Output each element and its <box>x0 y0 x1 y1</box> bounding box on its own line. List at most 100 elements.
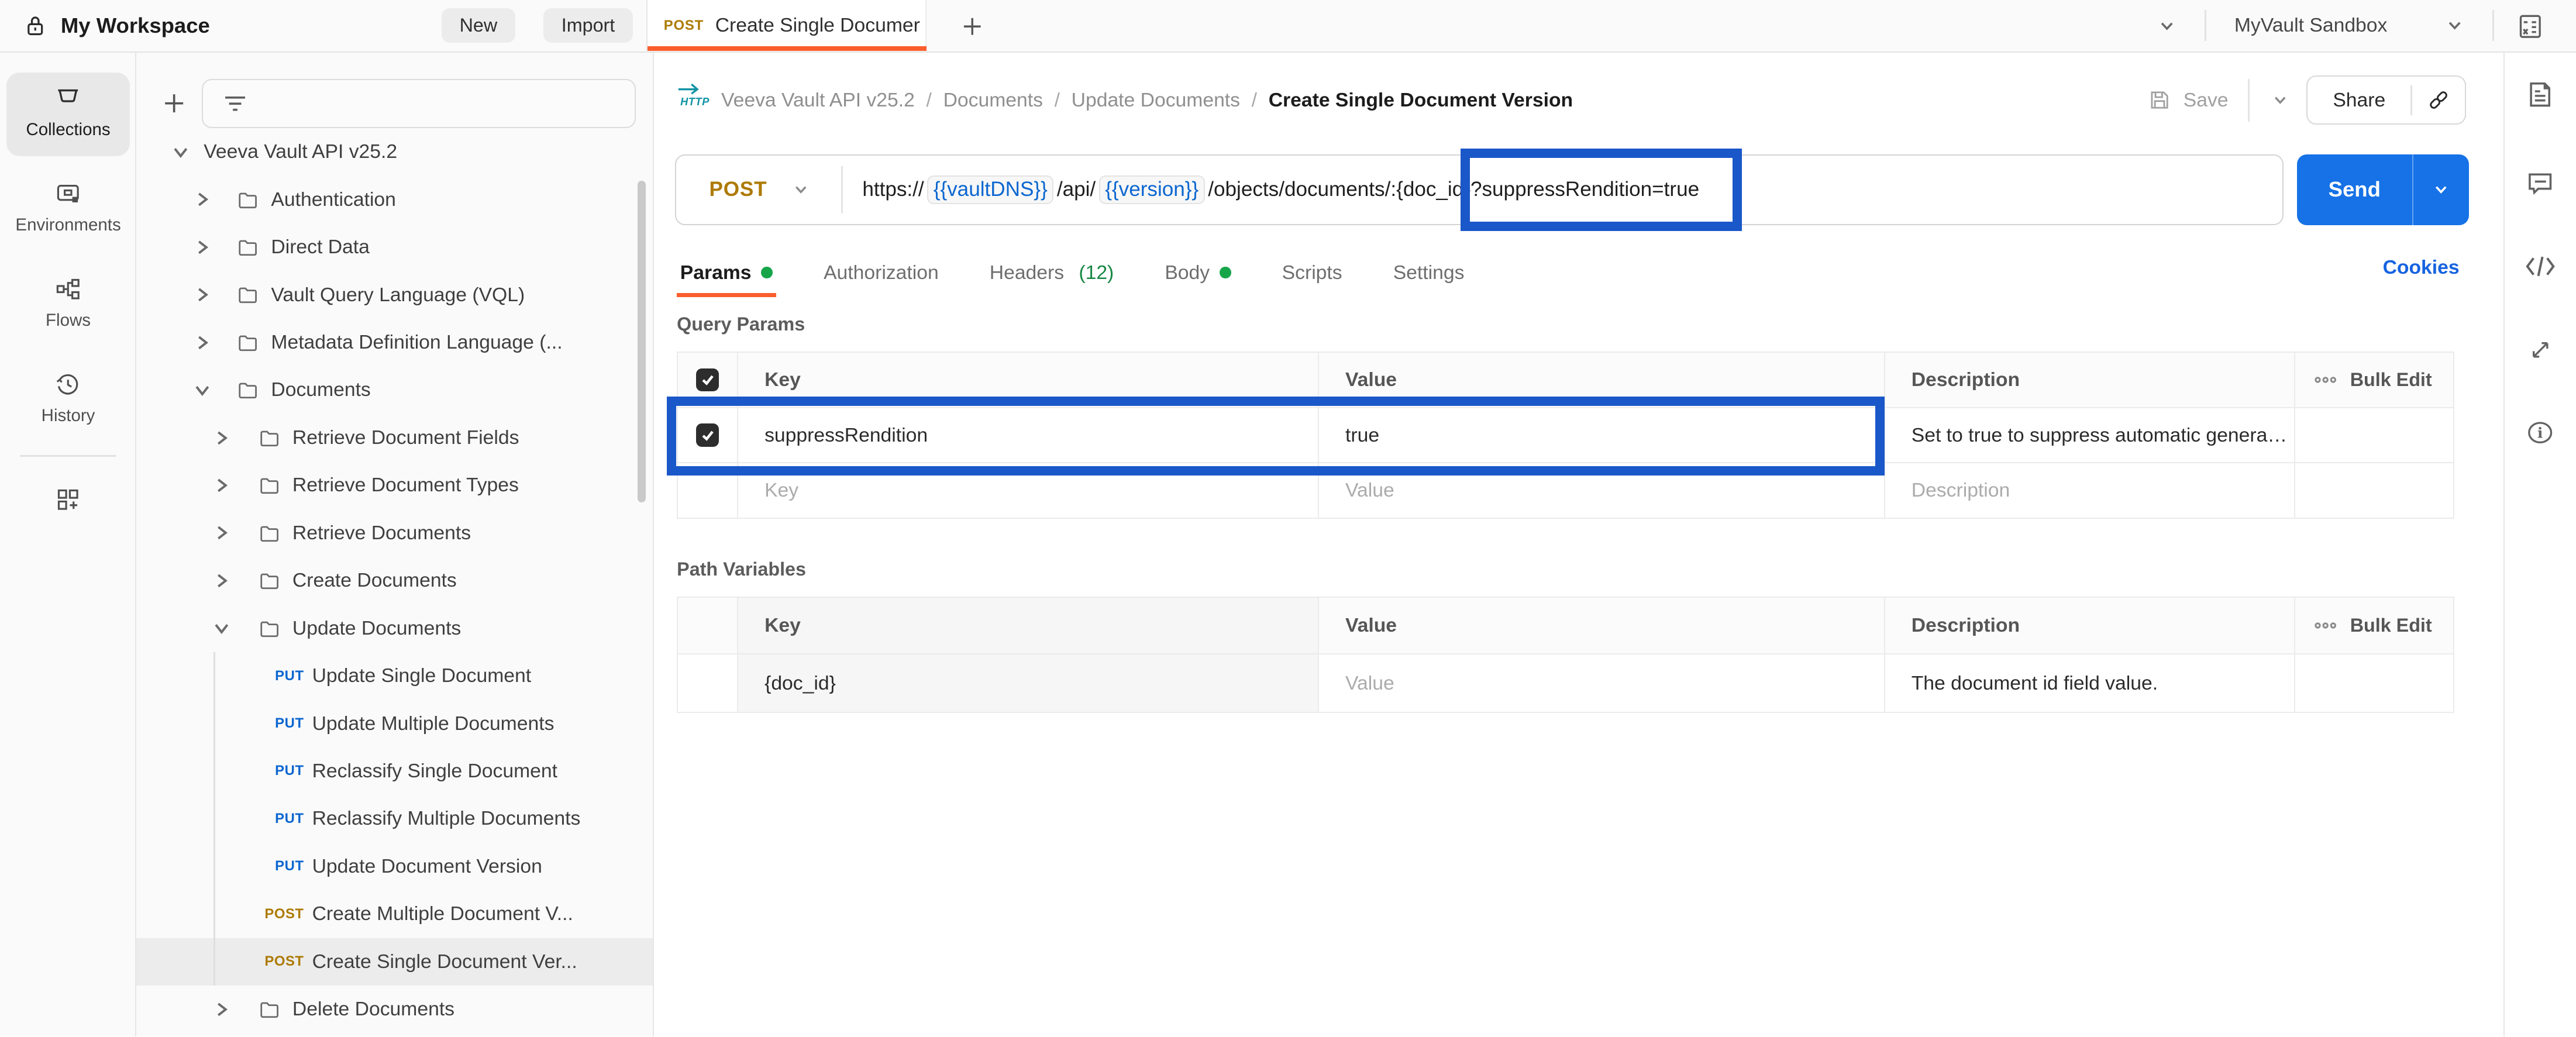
app-window: My Workspace New Import POST Create Sing… <box>0 0 2576 1036</box>
chevron-down-icon <box>790 179 812 201</box>
query-param-row[interactable]: suppressRendition true Set to true to su… <box>678 407 2453 463</box>
path-key-cell: {doc_id} <box>737 654 1318 712</box>
related-requests-icon[interactable] <box>2505 335 2575 365</box>
tab-params[interactable]: Params <box>677 248 776 297</box>
tree-folder[interactable]: Direct Data <box>136 223 653 271</box>
active-tab-underline <box>648 46 927 51</box>
folder-icon <box>236 236 259 259</box>
sidebar-scrollbar[interactable] <box>638 181 646 503</box>
save-options-chevron-icon[interactable] <box>2270 89 2291 111</box>
folder-icon <box>258 522 281 545</box>
url-bar[interactable]: POST https://{{vaultDNS}}/api/{{version}… <box>675 154 2284 225</box>
bulk-edit-button[interactable]: Bulk Edit <box>2294 598 2453 653</box>
request-tab-method: POST <box>664 18 704 34</box>
topbar-divider <box>2492 10 2494 41</box>
comments-icon[interactable] <box>2505 167 2575 198</box>
documentation-icon[interactable] <box>2505 79 2575 110</box>
param-key-cell[interactable]: suppressRendition <box>737 408 1318 463</box>
tree-collection-root[interactable]: Veeva Vault API v25.2 <box>136 128 653 175</box>
path-description-cell[interactable]: The document id field value. <box>1884 654 2294 712</box>
request-header-row: HTTP Veeva Vault API v25.2/Documents/Upd… <box>656 53 2504 148</box>
new-tab-button[interactable] <box>956 8 989 44</box>
path-value-placeholder[interactable]: Value <box>1318 654 1884 712</box>
tree-folder[interactable]: Delete Documents <box>136 986 653 1033</box>
send-button[interactable]: Send <box>2297 154 2470 225</box>
environment-selector[interactable]: MyVault Sandbox <box>2221 0 2475 51</box>
new-button[interactable]: New <box>442 8 515 43</box>
history-icon <box>0 370 136 399</box>
rail-divider <box>20 455 117 457</box>
query-param-empty-row[interactable]: Key Value Description <box>678 462 2453 518</box>
folder-icon <box>258 474 281 497</box>
param-value-placeholder[interactable]: Value <box>1318 463 1884 518</box>
chevron-icon <box>192 380 212 400</box>
select-all-checkbox[interactable] <box>696 368 719 391</box>
tree-folder[interactable]: Metadata Definition Language (... <box>136 319 653 366</box>
chevron-icon <box>212 571 232 591</box>
send-options-chevron-icon[interactable] <box>2412 154 2469 225</box>
breadcrumb-collection[interactable]: Veeva Vault API v25.2 <box>721 89 915 111</box>
add-collection-button[interactable] <box>156 84 192 123</box>
tab-settings[interactable]: Settings <box>1390 248 1468 297</box>
tab-scripts[interactable]: Scripts <box>1279 248 1345 297</box>
tab-headers[interactable]: Headers(12) <box>986 248 1117 297</box>
param-value-cell[interactable]: true <box>1318 408 1884 463</box>
filter-icon <box>223 93 247 115</box>
configure-modules-icon[interactable] <box>0 485 136 515</box>
sidebar-item-collections[interactable]: Collections <box>0 84 136 140</box>
body-modified-dot <box>1220 267 1231 278</box>
sidebar-filter-input[interactable] <box>202 79 635 128</box>
save-button[interactable]: Save <box>2147 75 2291 125</box>
code-snippet-icon[interactable] <box>2505 253 2575 280</box>
tree-folder-documents[interactable]: Documents <box>136 366 653 414</box>
folder-icon <box>236 283 259 306</box>
tab-options-chevron-icon[interactable] <box>2155 15 2178 37</box>
tree-folder[interactable]: Authentication <box>136 176 653 223</box>
headers-count: (12) <box>1079 261 1114 284</box>
cookies-link[interactable]: Cookies <box>2383 256 2460 279</box>
chevron-icon <box>212 428 232 448</box>
highlighted-query-string: ?suppressRendition=true <box>1470 178 1699 201</box>
breadcrumb-folder[interactable]: Documents <box>943 89 1043 111</box>
sidebar-item-flows[interactable]: Flows <box>0 274 136 330</box>
share-button-group: Share <box>2306 75 2465 125</box>
path-variable-row[interactable]: {doc_id} Value The document id field val… <box>678 653 2453 712</box>
request-panel: HTTP Veeva Vault API v25.2/Documents/Upd… <box>656 53 2504 1036</box>
workspace-title[interactable]: My Workspace <box>61 13 210 38</box>
share-button[interactable]: Share <box>2308 89 2410 112</box>
tree-folder[interactable]: Create Documents <box>136 557 653 604</box>
tab-body[interactable]: Body <box>1162 248 1235 297</box>
environment-quick-look-icon[interactable] <box>2515 12 2545 42</box>
row-checkbox[interactable] <box>696 423 719 446</box>
url-input[interactable]: https://{{vaultDNS}}/api/{{version}}/obj… <box>843 175 1700 205</box>
collections-sidebar: Veeva Vault API v25.2 Authentication Dir… <box>136 53 654 1036</box>
request-tab[interactable]: POST Create Single Documer <box>648 0 927 51</box>
top-bar: My Workspace New Import POST Create Sing… <box>0 0 2576 53</box>
chevron-icon <box>212 523 232 543</box>
save-icon <box>2147 88 2172 112</box>
environment-name: MyVault Sandbox <box>2234 14 2388 37</box>
tree-folder[interactable]: Retrieve Document Fields <box>136 414 653 461</box>
info-icon[interactable]: i <box>2505 417 2575 448</box>
param-description-placeholder[interactable]: Description <box>1884 463 2294 518</box>
import-button[interactable]: Import <box>543 8 633 43</box>
tree-folder[interactable]: Retrieve Documents <box>136 509 653 557</box>
tab-authorization[interactable]: Authorization <box>820 248 942 297</box>
sidebar-item-environments[interactable]: Environments <box>0 179 136 235</box>
method-selector[interactable]: POST <box>676 178 841 201</box>
sidebar-item-history[interactable]: History <box>0 370 136 426</box>
tree-folder[interactable]: Vault Query Language (VQL) <box>136 271 653 318</box>
http-request-icon: HTTP <box>677 82 713 108</box>
param-key-placeholder[interactable]: Key <box>737 463 1318 518</box>
tree-folder-update-documents[interactable]: Update Documents <box>136 604 653 652</box>
folder-icon <box>258 998 281 1021</box>
request-tabs: Params Authorization Headers(12) Body Sc… <box>677 248 1468 297</box>
svg-text:i: i <box>2537 425 2543 442</box>
param-description-cell[interactable]: Set to true to suppress automatic genera… <box>1884 408 2294 463</box>
bulk-edit-button[interactable]: Bulk Edit <box>2294 353 2453 407</box>
folder-icon <box>236 331 259 354</box>
tree-folder[interactable]: Retrieve Document Types <box>136 461 653 509</box>
lock-icon <box>25 14 46 37</box>
copy-link-icon[interactable] <box>2412 88 2465 112</box>
breadcrumb-subfolder[interactable]: Update Documents <box>1072 89 1240 111</box>
